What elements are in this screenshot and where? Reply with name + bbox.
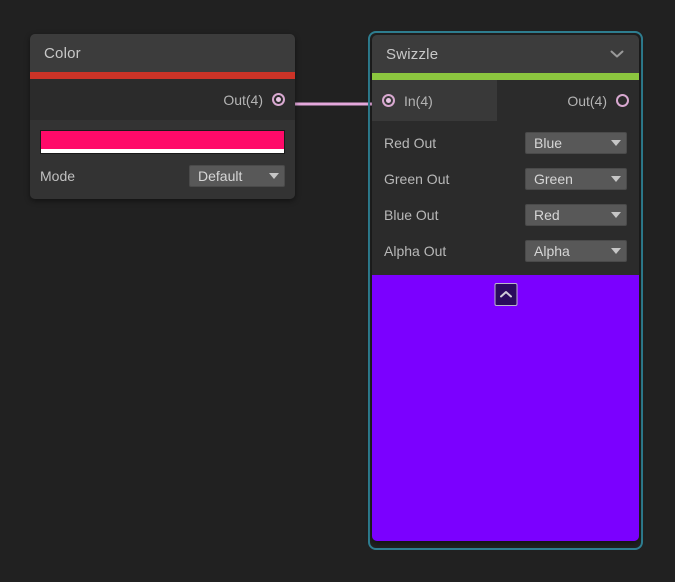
color-node-port-row: Out(4) <box>30 79 295 120</box>
swizzle-channel-row-alpha: Alpha Out Alpha <box>384 236 627 265</box>
swizzle-alpha-out-dropdown[interactable]: Alpha <box>525 240 627 262</box>
node-swizzle[interactable]: Swizzle In(4) Out(4) Red Out Blu <box>372 35 639 541</box>
swizzle-blue-out-dropdown[interactable]: Red <box>525 204 627 226</box>
swizzle-green-out-value: Green <box>534 171 603 187</box>
swizzle-node-title: Swizzle <box>386 46 609 63</box>
swizzle-alpha-out-value: Alpha <box>534 243 603 259</box>
node-color[interactable]: Color Out(4) Mode Default <box>30 34 295 199</box>
chevron-down-icon <box>611 212 621 218</box>
color-mode-dropdown-value: Default <box>198 168 261 184</box>
chevron-down-icon <box>269 173 279 179</box>
color-out-port-label: Out(4) <box>223 92 263 108</box>
swizzle-green-out-label: Green Out <box>384 171 525 187</box>
chevron-down-icon <box>611 248 621 254</box>
swizzle-in-port[interactable]: In(4) <box>372 80 497 121</box>
swizzle-channel-row-red: Red Out Blue <box>384 128 627 157</box>
color-swatch-field[interactable] <box>40 130 285 154</box>
color-swatch-alpha <box>41 149 284 153</box>
swizzle-channel-row-green: Green Out Green <box>384 164 627 193</box>
swizzle-out-port-dot[interactable] <box>616 94 629 107</box>
chevron-down-icon[interactable] <box>609 46 625 62</box>
color-swatch-rgb <box>41 131 284 149</box>
swizzle-blue-out-value: Red <box>534 207 603 223</box>
swizzle-node-header[interactable]: Swizzle <box>372 35 639 73</box>
swizzle-in-port-dot[interactable] <box>382 94 395 107</box>
swizzle-preview-collapse-button[interactable] <box>494 283 517 306</box>
color-node-title: Color <box>44 45 281 62</box>
color-node-header[interactable]: Color <box>30 34 295 72</box>
color-node-accent-bar <box>30 72 295 79</box>
color-node-body: Mode Default <box>30 120 295 199</box>
swizzle-out-port[interactable]: Out(4) <box>497 80 639 121</box>
color-out-port-dot[interactable] <box>272 93 285 106</box>
swizzle-red-out-dropdown[interactable]: Blue <box>525 132 627 154</box>
color-mode-label: Mode <box>40 168 189 184</box>
swizzle-preview[interactable] <box>372 275 639 541</box>
chevron-down-icon <box>611 176 621 182</box>
swizzle-red-out-value: Blue <box>534 135 603 151</box>
swizzle-green-out-dropdown[interactable]: Green <box>525 168 627 190</box>
swizzle-channel-list: Red Out Blue Green Out Green Blue Out Re… <box>372 121 639 275</box>
swizzle-blue-out-label: Blue Out <box>384 207 525 223</box>
swizzle-node-port-row: In(4) Out(4) <box>372 80 639 121</box>
color-mode-row: Mode Default <box>40 165 285 187</box>
swizzle-node-accent-bar <box>372 73 639 80</box>
swizzle-alpha-out-label: Alpha Out <box>384 243 525 259</box>
swizzle-red-out-label: Red Out <box>384 135 525 151</box>
color-mode-dropdown[interactable]: Default <box>189 165 285 187</box>
swizzle-out-port-label: Out(4) <box>567 93 607 109</box>
shader-graph-canvas[interactable]: Color Out(4) Mode Default <box>0 0 675 582</box>
chevron-up-icon <box>499 290 512 299</box>
chevron-down-icon <box>611 140 621 146</box>
swizzle-channel-row-blue: Blue Out Red <box>384 200 627 229</box>
swizzle-in-port-label: In(4) <box>404 93 433 109</box>
color-out-port[interactable]: Out(4) <box>30 79 295 120</box>
